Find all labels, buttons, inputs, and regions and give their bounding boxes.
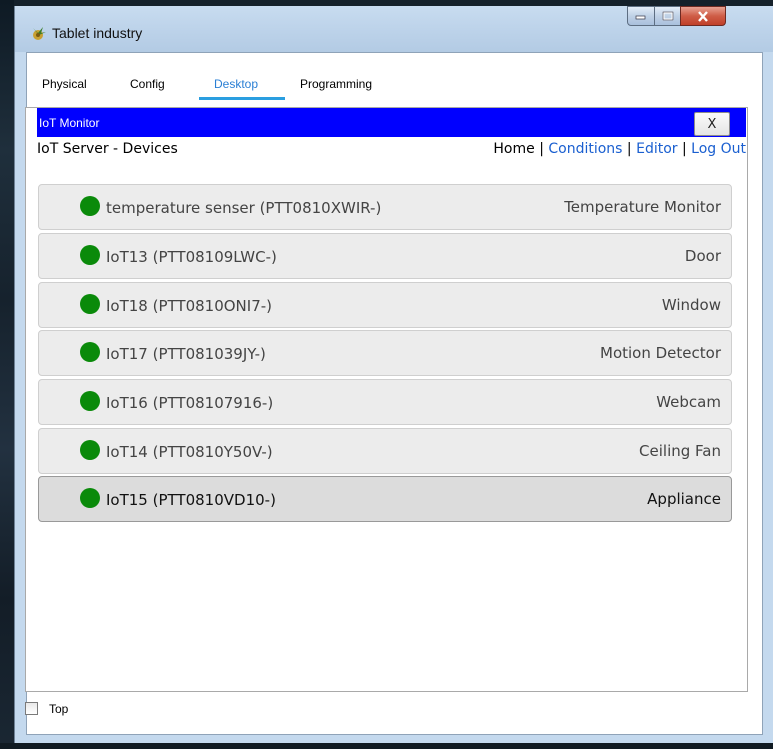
- maximize-icon: [662, 11, 673, 21]
- device-row-selected[interactable]: IoT15 (PTT0810VD10-) Appliance: [38, 476, 732, 522]
- device-name: IoT15 (PTT0810VD10-): [106, 491, 276, 509]
- window-title: Tablet industry: [52, 25, 143, 41]
- tab-desktop[interactable]: Desktop: [214, 77, 258, 91]
- nav-links: Home | Conditions | Editor | Log Out: [493, 141, 746, 157]
- device-type: Motion Detector: [600, 344, 721, 362]
- device-row[interactable]: IoT13 (PTT08109LWC-) Door: [38, 233, 732, 279]
- nav-separator: |: [681, 141, 692, 157]
- device-type: Window: [661, 296, 721, 314]
- tab-bar: Physical Config Desktop Programming: [38, 66, 399, 100]
- tab-programming[interactable]: Programming: [300, 77, 372, 91]
- status-online-icon: [80, 488, 100, 508]
- status-online-icon: [80, 391, 100, 411]
- device-name: IoT18 (PTT0810ONI7-): [106, 297, 273, 315]
- device-name: IoT13 (PTT08109LWC-): [106, 248, 277, 266]
- nav-logout-link[interactable]: Log Out: [691, 141, 746, 157]
- nav-conditions-link[interactable]: Conditions: [548, 141, 622, 157]
- nav-separator: |: [626, 141, 637, 157]
- device-name: IoT16 (PTT08107916-): [106, 394, 274, 412]
- active-tab-indicator: [199, 97, 285, 100]
- device-name: temperature senser (PTT0810XWIR-): [106, 199, 382, 217]
- device-row[interactable]: IoT16 (PTT08107916-) Webcam: [38, 379, 732, 425]
- tab-physical[interactable]: Physical: [42, 77, 87, 91]
- device-type: Appliance: [647, 490, 721, 508]
- device-row[interactable]: IoT14 (PTT0810Y50V-) Ceiling Fan: [38, 428, 732, 474]
- status-online-icon: [80, 440, 100, 460]
- desktop-frame-bottom: [0, 743, 773, 749]
- device-type: Temperature Monitor: [564, 198, 721, 216]
- nav-editor-link[interactable]: Editor: [636, 141, 677, 157]
- packet-tracer-app-icon: [33, 27, 46, 40]
- nav-home-link[interactable]: Home: [493, 141, 534, 157]
- status-online-icon: [80, 245, 100, 265]
- device-type: Door: [684, 247, 721, 265]
- device-name: IoT14 (PTT0810Y50V-): [106, 443, 273, 461]
- device-row[interactable]: IoT18 (PTT0810ONI7-) Window: [38, 282, 732, 328]
- status-online-icon: [80, 196, 100, 216]
- top-checkbox-label: Top: [49, 702, 69, 716]
- nav-separator: |: [539, 141, 549, 157]
- close-icon: [698, 10, 708, 22]
- close-window-button[interactable]: [680, 6, 726, 26]
- top-checkbox[interactable]: [25, 702, 38, 715]
- device-row[interactable]: IoT17 (PTT081039JY-) Motion Detector: [38, 330, 732, 376]
- status-online-icon: [80, 342, 100, 362]
- page-title: IoT Server - Devices: [37, 141, 178, 157]
- iot-monitor-title: IoT Monitor: [39, 116, 100, 130]
- minimize-icon: [635, 15, 646, 20]
- device-row[interactable]: temperature senser (PTT0810XWIR-) Temper…: [38, 184, 732, 230]
- title-bar[interactable]: Tablet industry: [15, 6, 773, 52]
- iot-monitor-close-button[interactable]: X: [694, 112, 730, 136]
- device-type: Ceiling Fan: [639, 442, 721, 460]
- tab-config[interactable]: Config: [130, 77, 165, 91]
- device-name: IoT17 (PTT081039JY-): [106, 345, 266, 363]
- maximize-button[interactable]: [654, 6, 681, 26]
- minimize-button[interactable]: [627, 6, 655, 26]
- status-online-icon: [80, 294, 100, 314]
- iot-monitor-titlebar: IoT Monitor: [37, 108, 746, 137]
- desktop-background-strip: [0, 0, 14, 749]
- device-type: Webcam: [656, 393, 721, 411]
